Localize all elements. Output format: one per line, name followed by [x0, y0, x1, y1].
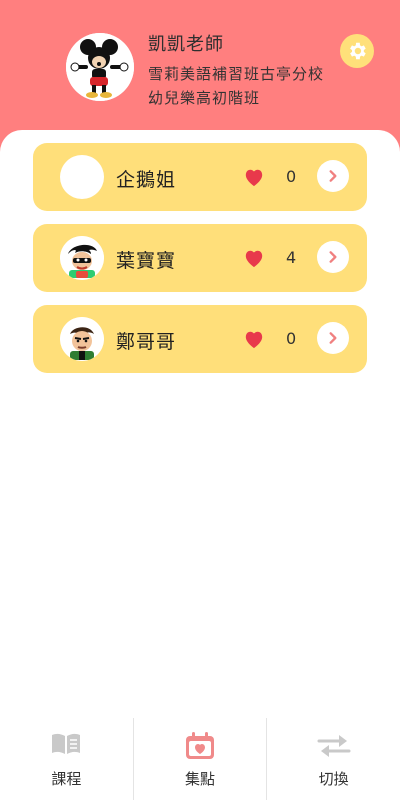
header: 凱凱老師 雪莉美語補習班古亭分校 幼兒樂高初階班 — [0, 0, 400, 145]
open-student-button[interactable] — [317, 322, 349, 354]
robin-avatar-icon — [60, 236, 104, 280]
chevron-right-icon — [329, 332, 337, 344]
tab-label: 切換 — [318, 770, 349, 788]
tab-switch[interactable]: 切換 — [266, 718, 400, 800]
teacher-avatar[interactable] — [66, 33, 134, 101]
ben-avatar-icon — [60, 317, 104, 361]
teacher-name: 凱凱老師 — [148, 34, 224, 55]
student-name: 鄭哥哥 — [116, 331, 177, 353]
student-list-panel: 企鵝姐 0 葉寶寶 4 鄭哥哥 0 — [0, 130, 400, 800]
student-card[interactable]: 葉寶寶 4 — [33, 224, 367, 292]
book-icon — [50, 732, 82, 760]
student-card[interactable]: 企鵝姐 0 — [33, 143, 367, 211]
calendar-heart-icon — [185, 732, 215, 764]
chevron-right-icon — [329, 170, 337, 182]
tab-label: 集點 — [185, 770, 216, 788]
heart-icon — [245, 250, 263, 268]
open-student-button[interactable] — [317, 241, 349, 273]
open-student-button[interactable] — [317, 160, 349, 192]
blank-avatar — [60, 155, 104, 199]
point-count: 0 — [286, 329, 297, 348]
tab-points[interactable]: 集點 — [132, 718, 267, 800]
chevron-right-icon — [329, 251, 337, 263]
student-card[interactable]: 鄭哥哥 0 — [33, 305, 367, 373]
student-name: 企鵝姐 — [116, 169, 177, 191]
gear-icon — [350, 42, 366, 60]
school-name: 雪莉美語補習班古亭分校 — [148, 65, 325, 83]
point-count: 0 — [286, 167, 297, 186]
settings-button[interactable] — [340, 34, 374, 68]
switch-arrows-icon — [317, 732, 351, 762]
point-count: 4 — [286, 248, 297, 267]
heart-icon — [245, 331, 263, 349]
tab-label: 課程 — [51, 770, 82, 788]
class-name: 幼兒樂高初階班 — [148, 89, 261, 107]
heart-icon — [245, 169, 263, 187]
student-name: 葉寶寶 — [116, 250, 177, 272]
tab-courses[interactable]: 課程 — [0, 718, 133, 800]
mickey-avatar-icon — [66, 33, 134, 101]
bottom-tab-bar: 課程 集點 切換 — [0, 718, 400, 800]
